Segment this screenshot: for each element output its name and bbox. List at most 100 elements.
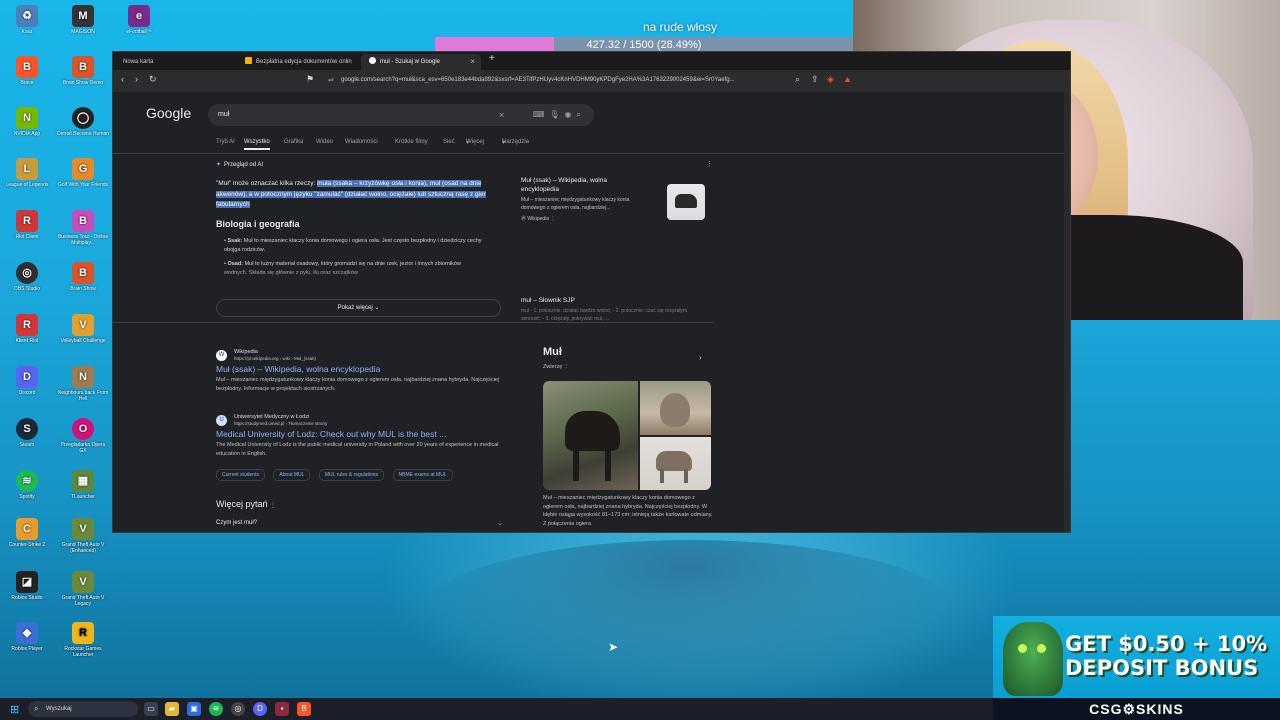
windows-start-icon[interactable]: ⊞ xyxy=(10,703,19,716)
tab-web[interactable]: Sieć xyxy=(443,139,455,145)
sitelink-chip[interactable]: MUL rules & regulations xyxy=(318,469,385,481)
new-tab-button[interactable]: + xyxy=(489,53,495,64)
result-title-link[interactable]: Muł (ssak) – Wikipedia, wolna encykloped… xyxy=(216,364,516,375)
desktop-icon-opera-gx[interactable]: O Przeglądarka Opera GX xyxy=(57,418,109,454)
tab-ai-mode[interactable]: Tryb AI xyxy=(216,139,235,145)
lens-icon[interactable]: ◉ xyxy=(565,110,577,119)
rockstar-icon: R xyxy=(72,622,94,644)
desktop-icon-cs2[interactable]: C Counter-Strike 2 xyxy=(1,518,53,548)
desktop-icon-roblox-player[interactable]: ◆ Roblox Player xyxy=(1,622,53,652)
search-result[interactable]: U Uniwersytet Medyczny w Łodzi https://s… xyxy=(216,414,516,481)
game-icon: e xyxy=(128,5,150,27)
desktop-icon-league-of-legends[interactable]: L League of Legends xyxy=(1,158,53,188)
desktop-icon-spotify[interactable]: ≋ Spotify xyxy=(1,470,53,500)
desktop-icon-riot-client[interactable]: R Riot Client xyxy=(1,210,53,240)
desktop-icon-gta-legacy[interactable]: V Grand Theft Auto V Legacy xyxy=(57,571,109,607)
forward-icon[interactable]: › xyxy=(135,74,138,84)
desktop-icon-tlauncher[interactable]: ▦ TLauncher xyxy=(57,470,109,500)
tab-docs[interactable]: Bezpłatna edycja dokumentów onlin xyxy=(237,54,357,70)
share-icon[interactable]: ⇪ xyxy=(811,74,819,85)
desktop-icon-golf[interactable]: G Golf With Your Friends xyxy=(57,158,109,188)
tab-more[interactable]: Więcej ▾ xyxy=(466,139,484,146)
mic-icon[interactable]: 🎙 xyxy=(549,110,564,119)
chevron-down-icon: ⌄ xyxy=(374,305,380,311)
file-explorer-icon[interactable]: ▰ xyxy=(165,702,179,716)
tab-videos[interactable]: Wideo xyxy=(316,139,333,145)
brave-rewards-icon[interactable]: ▲ xyxy=(843,74,852,84)
mule-image-small[interactable] xyxy=(640,437,711,490)
donkey-image[interactable] xyxy=(640,381,711,435)
google-logo[interactable]: Google xyxy=(146,105,191,121)
desktop-icon-obs[interactable]: ◎ OBS Studio xyxy=(1,262,53,292)
desktop-icon-brain-show[interactable]: B Brain Show xyxy=(57,262,109,292)
chevron-right-icon[interactable]: › xyxy=(699,353,702,362)
taskbar-search[interactable]: ⌕ Wyszukaj xyxy=(28,701,138,717)
desktop-icon-recycle-bin[interactable]: ♻ Kosz xyxy=(1,5,53,35)
ai-overview-heading: Biologia i geografia xyxy=(216,219,300,229)
more-options-icon[interactable]: ⋮ xyxy=(706,160,713,168)
sitelink-chip[interactable]: About MUL xyxy=(273,469,311,481)
chrome-icon[interactable]: ◎ xyxy=(231,702,245,716)
chevron-down-icon[interactable]: ⌄ xyxy=(497,519,503,527)
close-icon[interactable]: × xyxy=(470,54,475,70)
address-bar[interactable]: ⇌ google.com/search?q=muł&sca_esv=650e18… xyxy=(325,73,810,88)
reload-icon[interactable]: ↻ xyxy=(149,74,157,85)
site-info-icon[interactable]: ⇌ xyxy=(328,73,334,88)
discord-icon[interactable]: D xyxy=(253,702,267,716)
source-title: Muł (ssak) – Wikipedia, wolna encykloped… xyxy=(521,177,607,193)
clear-search-icon[interactable]: × xyxy=(499,104,504,126)
store-icon[interactable]: ▣ xyxy=(187,702,201,716)
ai-overview-fade xyxy=(216,267,501,287)
desktop-icon-volleyball[interactable]: V Volleyball Challenge xyxy=(57,314,109,344)
page-scrollbar[interactable] xyxy=(1064,92,1070,532)
mule-image[interactable] xyxy=(543,381,638,490)
tab-all[interactable]: Wszystko xyxy=(244,139,270,150)
desktop-icon-brain-show-demo[interactable]: B Brain Show Demo xyxy=(57,56,109,86)
desktop-icon-nvidia[interactable]: N NVIDIA App xyxy=(1,107,53,137)
show-more-button[interactable]: Pokaż więcej ⌄ xyxy=(216,299,501,317)
brave-icon[interactable]: B xyxy=(297,702,311,716)
desktop-icon-detroit[interactable]: ◯ Detroit Become Human xyxy=(57,107,109,137)
desktop-icon-efootball[interactable]: e eFootball™ xyxy=(113,5,165,35)
more-options-icon[interactable]: ⋮ xyxy=(270,503,276,509)
keyboard-icon[interactable]: ⌨ xyxy=(533,110,550,119)
search-result[interactable]: W Wikipedia https://pl.wikipedia.org › w… xyxy=(216,349,516,393)
desktop-icon-roblox-studio[interactable]: ◪ Roblox Studio xyxy=(1,571,53,601)
tab-new-tab[interactable]: Nowa karta xyxy=(115,54,233,70)
result-title-link[interactable]: Medical University of Lodz: Check out wh… xyxy=(216,429,516,440)
desktop-icon-brave[interactable]: B Brave xyxy=(1,56,53,86)
sponsor-ad-banner[interactable]: GET $0.50 + 10% DEPOSIT BONUS CSG⚙SKINS xyxy=(993,616,1280,720)
tab-short-videos[interactable]: Krótkie filmy xyxy=(395,139,428,145)
ai-source-card-sjp[interactable]: muł – Słownik SJP muł - 1. potocznie: dz… xyxy=(521,296,711,323)
desktop-icon-gta-enhanced[interactable]: V Grand Theft Auto V (Enhanced) xyxy=(57,518,109,554)
search-input[interactable]: muł × ⌨🎙◉⌕ xyxy=(208,104,594,126)
search-icon[interactable]: ⌕ xyxy=(577,110,586,119)
back-icon[interactable]: ‹ xyxy=(121,74,124,84)
ai-source-card-wikipedia[interactable]: Muł (ssak) – Wikipedia, wolna encykloped… xyxy=(521,176,711,276)
bookmark-icon[interactable]: ⚑ xyxy=(306,74,314,85)
desktop-icon-rockstar[interactable]: R Rockstar Games Launcher xyxy=(57,622,109,658)
tab-images[interactable]: Grafika xyxy=(284,139,303,145)
sitelink-chip[interactable]: NBME exams at MUL xyxy=(392,469,453,481)
desktop-icon-neighbours[interactable]: N Neighbours back From Hell xyxy=(57,366,109,402)
brave-shields-icon[interactable]: ◈ xyxy=(827,74,834,85)
tab-tools[interactable]: Narzędzia ▾ xyxy=(502,139,529,146)
desktop-icon-klient-riot[interactable]: R Klient Riot xyxy=(1,314,53,344)
gta-icon: V xyxy=(72,571,94,593)
knowledge-panel-subtitle: Zwierzę ⋮ xyxy=(543,364,570,370)
spotify-icon[interactable]: ≋ xyxy=(209,702,223,716)
zoom-icon[interactable]: ⌕ xyxy=(795,74,800,85)
question-item[interactable]: Czym jest muł? xyxy=(216,520,257,526)
mouse-cursor-icon: ➤ xyxy=(608,640,619,654)
tab-google-search[interactable]: muł - Szukaj w Google × xyxy=(361,54,481,70)
desktop-icon-business-tour[interactable]: B Business Tour - Online Multiplay... xyxy=(57,210,109,246)
desktop-icon-discord[interactable]: D Discord xyxy=(1,366,53,396)
desktop-icon-steam[interactable]: S Steam xyxy=(1,418,53,448)
app-icon[interactable]: ▪ xyxy=(275,702,289,716)
tab-news[interactable]: Wiadomości xyxy=(345,139,378,145)
browser-window[interactable]: Nowa karta Bezpłatna edycja dokumentów o… xyxy=(112,51,1071,533)
recycle-bin-icon: ♻ xyxy=(16,5,38,27)
sitelink-chip[interactable]: Current students xyxy=(216,469,265,481)
desktop-icon-magison[interactable]: M MAGISON xyxy=(57,5,109,35)
task-view-icon[interactable]: ▭ xyxy=(144,702,158,716)
